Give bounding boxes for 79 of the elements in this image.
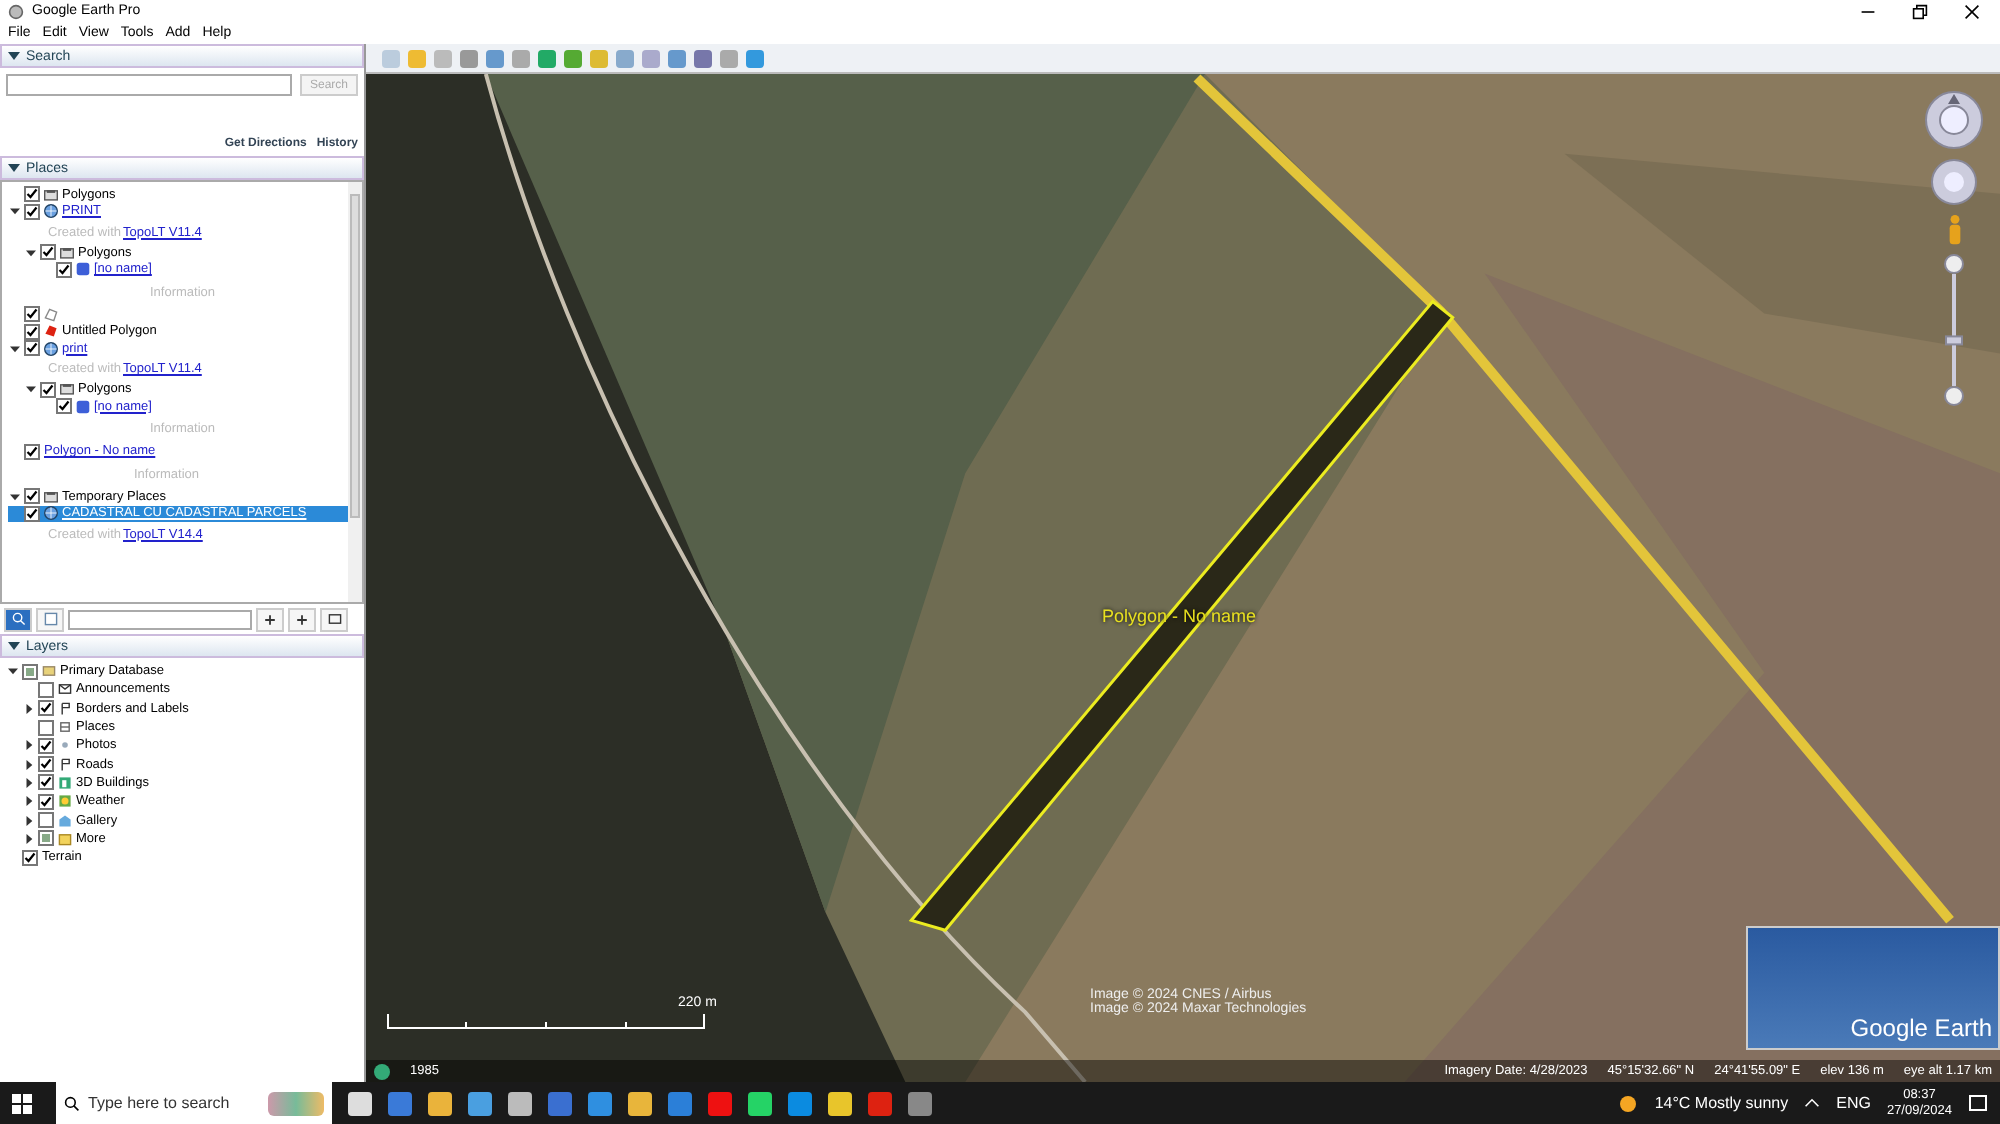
checkbox[interactable] bbox=[38, 793, 54, 810]
grid-icon bbox=[58, 720, 72, 735]
close-icon[interactable] bbox=[1964, 3, 1980, 19]
compass-icon[interactable] bbox=[1924, 90, 1984, 150]
checkbox[interactable] bbox=[38, 756, 54, 773]
checkbox[interactable] bbox=[22, 663, 38, 680]
checkbox[interactable] bbox=[24, 488, 40, 505]
collapse-arrow-icon[interactable] bbox=[25, 247, 35, 258]
weather-icon bbox=[58, 794, 72, 809]
add-icon[interactable] bbox=[256, 607, 284, 631]
language-indicator[interactable]: ENG bbox=[1836, 1094, 1871, 1112]
database-icon bbox=[42, 664, 56, 679]
checkbox[interactable] bbox=[38, 737, 54, 754]
building-icon bbox=[58, 775, 72, 790]
expand-arrow-icon[interactable] bbox=[23, 833, 33, 844]
flag-icon bbox=[58, 757, 72, 772]
collapse-arrow-icon[interactable] bbox=[8, 162, 20, 174]
envelope-icon bbox=[58, 682, 72, 697]
search-field[interactable] bbox=[6, 74, 292, 96]
checkbox[interactable] bbox=[40, 244, 56, 261]
collapse-arrow-icon[interactable] bbox=[9, 491, 19, 502]
polygon-label: Polygon - No name bbox=[1102, 606, 1257, 626]
gallery-icon bbox=[58, 813, 72, 828]
expand-arrow-icon[interactable] bbox=[23, 703, 33, 714]
overview-map[interactable]: Google Earth bbox=[1746, 926, 2000, 1050]
earth-icon bbox=[8, 3, 24, 19]
search-icon[interactable] bbox=[4, 607, 32, 631]
expand-arrow-icon[interactable] bbox=[23, 759, 33, 770]
panel-icon[interactable] bbox=[36, 607, 64, 631]
chevron-up-icon[interactable] bbox=[1804, 1098, 1821, 1108]
weather-text: 14°C Mostly sunny bbox=[1654, 1094, 1789, 1112]
checkbox[interactable] bbox=[24, 186, 40, 203]
checkbox[interactable] bbox=[24, 505, 40, 522]
restore-icon[interactable] bbox=[1912, 3, 1928, 19]
checkbox[interactable] bbox=[38, 681, 54, 698]
land-polygon[interactable] bbox=[908, 299, 1455, 932]
filter-field[interactable] bbox=[68, 609, 252, 629]
checkbox[interactable] bbox=[38, 812, 54, 829]
expand-arrow-icon[interactable] bbox=[23, 777, 33, 788]
windows-icon[interactable] bbox=[12, 1093, 32, 1113]
notification-icon[interactable] bbox=[1968, 1093, 1988, 1113]
collapse-arrow-icon[interactable] bbox=[8, 640, 20, 652]
flag-icon bbox=[58, 701, 72, 716]
window-icon[interactable] bbox=[320, 607, 348, 631]
collapse-arrow-icon[interactable] bbox=[7, 666, 17, 677]
logo-text: Google Earth bbox=[1850, 1014, 1994, 1046]
scrollbar[interactable] bbox=[348, 182, 362, 602]
collapse-arrow-icon[interactable] bbox=[9, 206, 19, 217]
checkbox[interactable] bbox=[24, 203, 40, 220]
search-icon bbox=[64, 1095, 80, 1111]
search-field[interactable]: Type here to search bbox=[56, 1082, 332, 1124]
checkbox[interactable] bbox=[40, 381, 56, 398]
search-highlight-drawing bbox=[268, 1091, 324, 1115]
checkbox[interactable] bbox=[24, 443, 40, 460]
photo-icon bbox=[58, 738, 72, 753]
checkbox[interactable] bbox=[56, 261, 72, 278]
weather-icon bbox=[1618, 1093, 1639, 1113]
checkbox[interactable] bbox=[38, 774, 54, 791]
checkbox[interactable] bbox=[38, 830, 54, 847]
polygon-placemark-icon bbox=[76, 262, 90, 277]
polygon-placemark-icon bbox=[76, 399, 90, 414]
polygon-outline-icon bbox=[44, 307, 58, 322]
expand-arrow-icon[interactable] bbox=[23, 796, 33, 807]
checkbox[interactable] bbox=[38, 700, 54, 717]
checkbox[interactable] bbox=[22, 849, 38, 866]
checkbox[interactable] bbox=[24, 306, 40, 323]
look-joystick-icon[interactable] bbox=[1930, 158, 1978, 206]
expand-arrow-icon[interactable] bbox=[23, 815, 33, 826]
collapse-arrow-icon[interactable] bbox=[25, 384, 35, 395]
checkbox[interactable] bbox=[38, 719, 54, 736]
zoom-slider[interactable] bbox=[1944, 254, 1964, 406]
checkbox[interactable] bbox=[24, 323, 40, 340]
zoom-slider-thumb[interactable] bbox=[1945, 335, 1963, 346]
collapse-arrow-icon[interactable] bbox=[8, 50, 20, 62]
collapse-arrow-icon[interactable] bbox=[9, 343, 19, 354]
add-icon[interactable] bbox=[288, 607, 316, 631]
checkbox[interactable] bbox=[24, 340, 40, 357]
checkbox[interactable] bbox=[56, 398, 72, 415]
expand-arrow-icon[interactable] bbox=[23, 740, 33, 751]
